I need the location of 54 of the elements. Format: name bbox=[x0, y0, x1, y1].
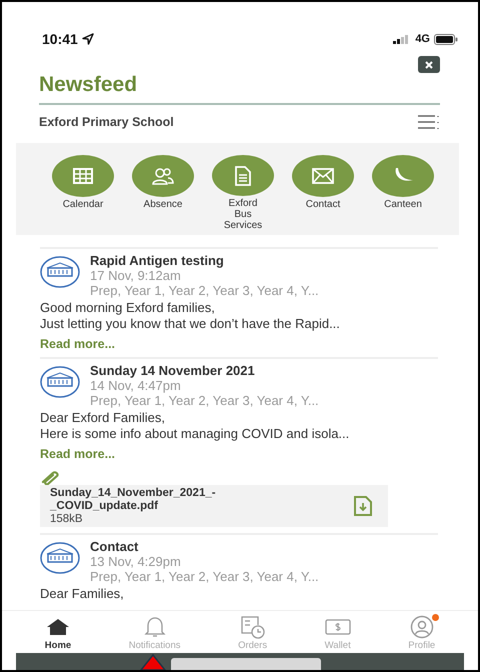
shortcut-label: Contact bbox=[304, 199, 342, 210]
nav-tab[interactable]: Notifications bbox=[120, 611, 188, 653]
bell-icon bbox=[144, 616, 166, 638]
annotation-arrow-icon bbox=[140, 653, 166, 670]
home-icon bbox=[46, 618, 70, 636]
shortcut-label: Canteen bbox=[383, 199, 423, 210]
shortcut-label: Absence bbox=[142, 199, 184, 210]
post-text: Good morning Exford families, bbox=[40, 300, 216, 316]
battery-icon bbox=[434, 34, 458, 44]
attachment-name: Sunday_14_November_2021_-_COVID_update.pdf bbox=[50, 487, 217, 513]
school-name: Exford Primary School bbox=[39, 115, 174, 129]
nav-tab[interactable]: Wallet bbox=[316, 611, 359, 653]
page-title: Newsfeed bbox=[39, 73, 440, 105]
shortcut-label: Exford Bus Services bbox=[222, 198, 264, 231]
network-label: 4G bbox=[415, 33, 430, 45]
school-logo-icon bbox=[40, 256, 80, 288]
post-audience: Prep, Year 1, Year 2, Year 3, Year 4, Y... bbox=[90, 283, 319, 298]
post-title[interactable]: Contact bbox=[90, 540, 319, 554]
school-logo-icon bbox=[40, 542, 80, 574]
close-icon bbox=[424, 60, 434, 70]
receipt-clock-icon bbox=[240, 615, 266, 639]
banknote-icon bbox=[324, 619, 351, 635]
read-more-link[interactable]: Read more... bbox=[40, 447, 438, 461]
attachment-card[interactable]: Sunday_14_November_2021_-_COVID_update.pdf 158kB bbox=[40, 485, 388, 527]
post-text: Dear Exford Families, bbox=[40, 410, 166, 426]
download-icon[interactable] bbox=[354, 496, 372, 516]
shortcut-label: Calendar bbox=[62, 199, 104, 210]
people-icon bbox=[152, 167, 174, 185]
nav-tab[interactable]: Home bbox=[36, 611, 80, 653]
post-title[interactable]: Rapid Antigen testing bbox=[90, 254, 319, 268]
close-button[interactable] bbox=[418, 56, 440, 73]
read-more-link[interactable]: Read more... bbox=[40, 337, 438, 351]
document-icon bbox=[235, 166, 251, 186]
post-audience: Prep, Year 1, Year 2, Year 3, Year 4, Y... bbox=[90, 569, 319, 584]
post-date: 14 Nov, 4:47pm bbox=[90, 378, 182, 393]
post-text: Here is some info about managing COVID and isola... bbox=[40, 426, 350, 442]
post-text: Just letting you know that we don’t have the Rapid... bbox=[40, 316, 341, 332]
status-time: 10:41 bbox=[42, 31, 78, 47]
signal-icon bbox=[393, 34, 410, 44]
envelope-icon bbox=[312, 168, 334, 184]
post-text: Dear Families, bbox=[40, 586, 125, 602]
post-audience: Prep, Year 1, Year 2, Year 3, Year 4, Y... bbox=[90, 393, 319, 408]
profile-icon bbox=[410, 615, 434, 639]
nav-tab[interactable]: Profile bbox=[400, 611, 444, 653]
attachment-size: 158kB bbox=[50, 513, 84, 525]
paperclip-icon bbox=[40, 471, 60, 485]
calendar-icon bbox=[73, 168, 93, 184]
post-date: 13 Nov, 4:29pm bbox=[90, 554, 182, 569]
post-date: 17 Nov, 9:12am bbox=[90, 268, 182, 283]
school-logo-icon bbox=[40, 366, 80, 398]
nav-tab[interactable]: Orders bbox=[230, 611, 276, 653]
menu-icon[interactable] bbox=[418, 115, 440, 129]
location-arrow-icon bbox=[82, 33, 94, 45]
post-title[interactable]: Sunday 14 November 2021 bbox=[90, 364, 319, 378]
